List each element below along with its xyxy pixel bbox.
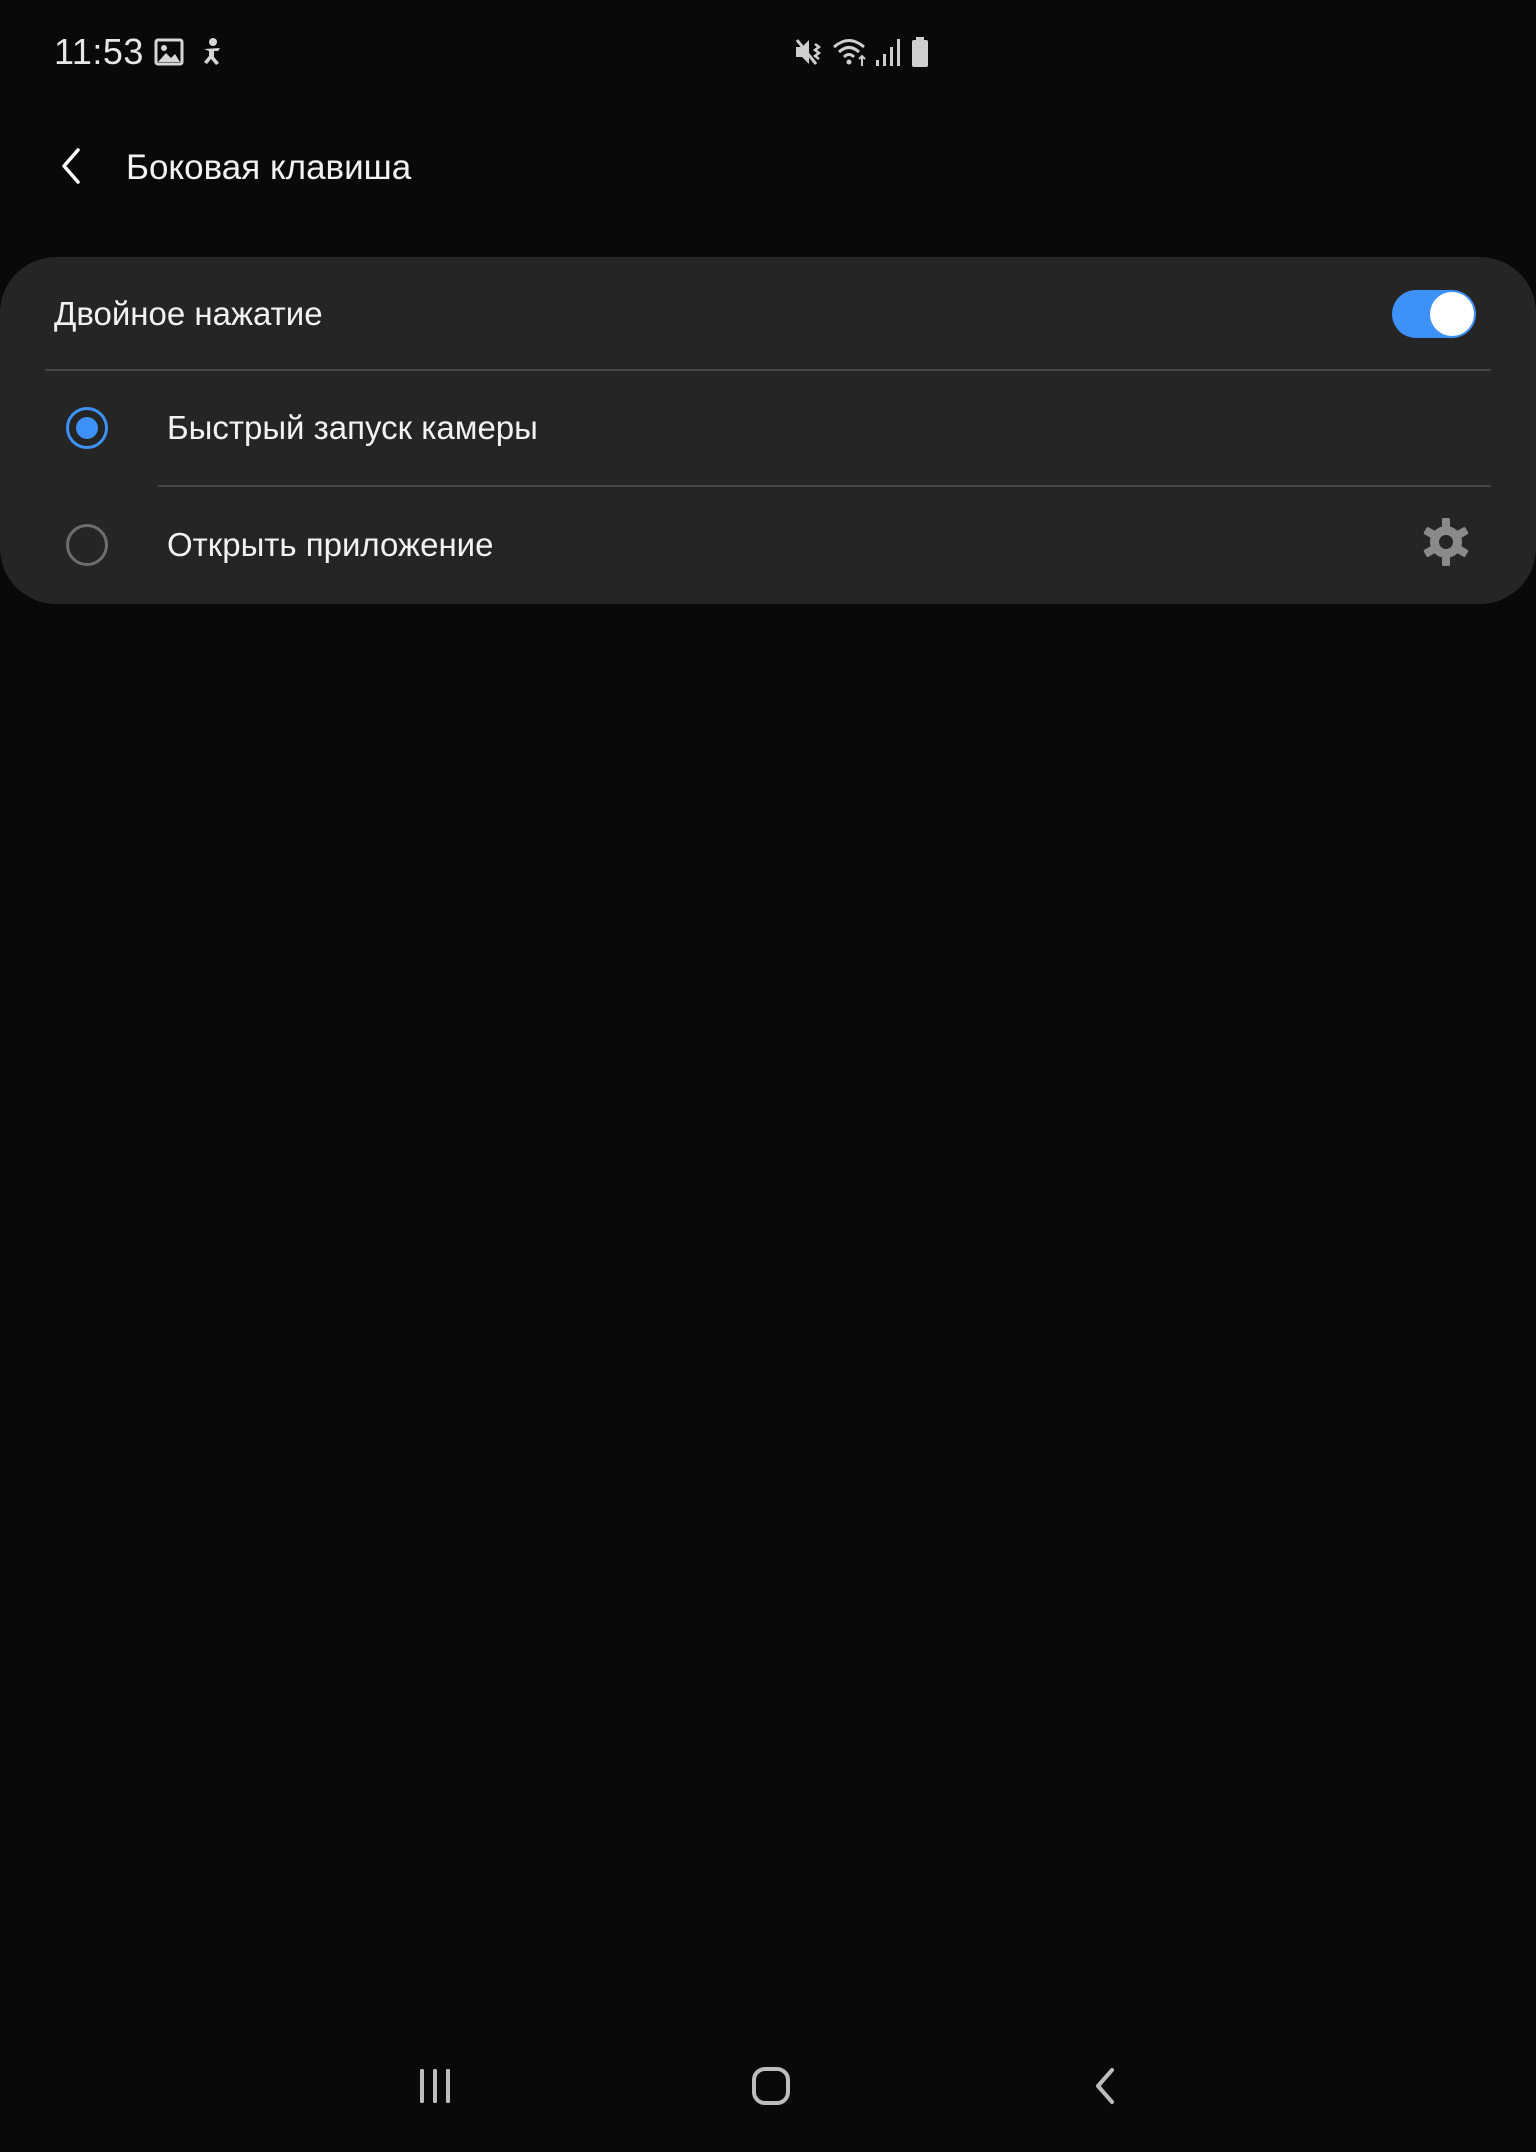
quick-camera-label: Быстрый запуск камеры	[167, 409, 538, 446]
double-press-row[interactable]: Двойное нажатие	[0, 257, 1536, 370]
app-header: Боковая клавиша	[0, 128, 1536, 208]
open-app-radio[interactable]	[66, 524, 108, 566]
back-button[interactable]	[40, 136, 104, 200]
page-title: Боковая клавиша	[126, 148, 412, 187]
home-button[interactable]	[723, 2052, 819, 2124]
status-bar: 11:53	[0, 0, 1536, 104]
recent-apps-button[interactable]	[387, 2052, 483, 2124]
home-icon	[751, 2066, 791, 2111]
cellular-signal-icon	[874, 36, 902, 68]
back-arrow-icon	[52, 146, 92, 191]
gear-icon	[1420, 516, 1472, 573]
double-press-toggle[interactable]	[1392, 290, 1476, 338]
mute-vibrate-icon	[794, 36, 824, 68]
battery-icon	[910, 36, 930, 68]
recent-apps-icon	[415, 2066, 455, 2111]
open-app-label: Открыть приложение	[167, 526, 494, 563]
navigation-bar	[0, 2040, 1536, 2152]
quick-camera-radio[interactable]	[66, 407, 108, 449]
status-time: 11:53	[54, 31, 144, 72]
back-icon	[1086, 2066, 1126, 2111]
toggle-knob	[1430, 292, 1474, 336]
wifi-icon	[832, 36, 870, 68]
open-app-settings-button[interactable]	[1414, 512, 1478, 576]
nav-back-button[interactable]	[1058, 2052, 1154, 2124]
gallery-icon	[154, 38, 184, 66]
double-press-label: Двойное нажатие	[54, 295, 323, 332]
option-open-app-row[interactable]: Открыть приложение	[0, 487, 1536, 604]
accessibility-icon	[196, 36, 228, 68]
option-quick-camera-row[interactable]: Быстрый запуск камеры	[0, 371, 1536, 485]
radio-selected-dot	[76, 417, 98, 439]
settings-card: Двойное нажатие Быстрый запуск камеры От…	[0, 257, 1536, 604]
